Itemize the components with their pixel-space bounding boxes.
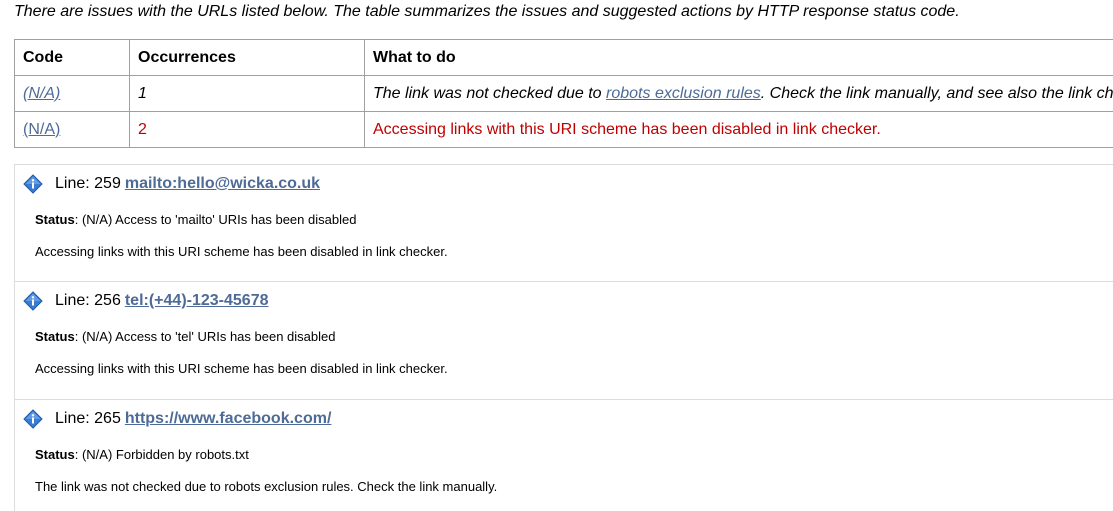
table-row: (N/A) 1 The link was not checked due to … — [15, 76, 1113, 112]
status-line: Status: (N/A) Access to 'tel' URIs has b… — [35, 329, 335, 344]
info-icon — [23, 291, 43, 311]
status-line: Status: (N/A) Access to 'mailto' URIs ha… — [35, 212, 356, 227]
status-text: : (N/A) Access to 'mailto' URIs has been… — [75, 212, 357, 227]
code-link[interactable]: (N/A) — [23, 85, 60, 102]
occurrences-cell: 1 — [130, 76, 365, 112]
what-to-do-suffix: . Check the link manually, and see also … — [761, 85, 1113, 102]
entry-url-link[interactable]: https://www.facebook.com/ — [125, 410, 332, 428]
entry-header: Line: 256 tel:(+44)-123-45678 — [23, 290, 268, 312]
occurrences-cell: 2 — [130, 112, 365, 148]
line-number: Line: 256 — [55, 292, 121, 310]
code-cell: (N/A) — [15, 112, 130, 148]
status-text: : (N/A) Access to 'tel' URIs has been di… — [75, 329, 336, 344]
what-to-do-cell: Accessing links with this URI scheme has… — [365, 112, 1113, 148]
robots-exclusion-rules-link[interactable]: robots exclusion rules — [606, 85, 761, 102]
link-entry: Line: 256 tel:(+44)-123-45678 Status: (N… — [14, 281, 1113, 400]
entry-description: Accessing links with this URI scheme has… — [35, 244, 448, 259]
header-what-to-do: What to do — [365, 40, 1113, 76]
entry-description: The link was not checked due to robots e… — [35, 479, 497, 494]
header-code: Code — [15, 40, 130, 76]
what-to-do-cell: The link was not checked due to robots e… — [365, 76, 1113, 112]
link-entry: Line: 265 https://www.facebook.com/ Stat… — [14, 399, 1113, 511]
table-row: (N/A) 2 Accessing links with this URI sc… — [15, 112, 1113, 148]
code-cell: (N/A) — [15, 76, 130, 112]
table-header-row: Code Occurrences What to do — [15, 40, 1113, 76]
entry-url-link[interactable]: mailto:hello@wicka.co.uk — [125, 175, 320, 193]
link-entry: Line: 259 mailto:hello@wicka.co.uk Statu… — [14, 164, 1113, 283]
info-icon — [23, 409, 43, 429]
status-label: Status — [35, 447, 75, 462]
entry-description: Accessing links with this URI scheme has… — [35, 361, 448, 376]
status-text: : (N/A) Forbidden by robots.txt — [75, 447, 249, 462]
info-icon — [23, 174, 43, 194]
line-number: Line: 259 — [55, 175, 121, 193]
header-occurrences: Occurrences — [130, 40, 365, 76]
line-number: Line: 265 — [55, 410, 121, 428]
status-label: Status — [35, 212, 75, 227]
entry-url-link[interactable]: tel:(+44)-123-45678 — [125, 292, 269, 310]
code-link[interactable]: (N/A) — [23, 121, 60, 138]
status-line: Status: (N/A) Forbidden by robots.txt — [35, 447, 249, 462]
entry-header: Line: 259 mailto:hello@wicka.co.uk — [23, 173, 320, 195]
what-to-do-prefix: The link was not checked due to — [373, 85, 606, 102]
summary-table: Code Occurrences What to do (N/A) 1 The … — [14, 39, 1113, 148]
status-label: Status — [35, 329, 75, 344]
entry-header: Line: 265 https://www.facebook.com/ — [23, 408, 331, 430]
intro-text: There are issues with the URLs listed be… — [14, 3, 960, 21]
